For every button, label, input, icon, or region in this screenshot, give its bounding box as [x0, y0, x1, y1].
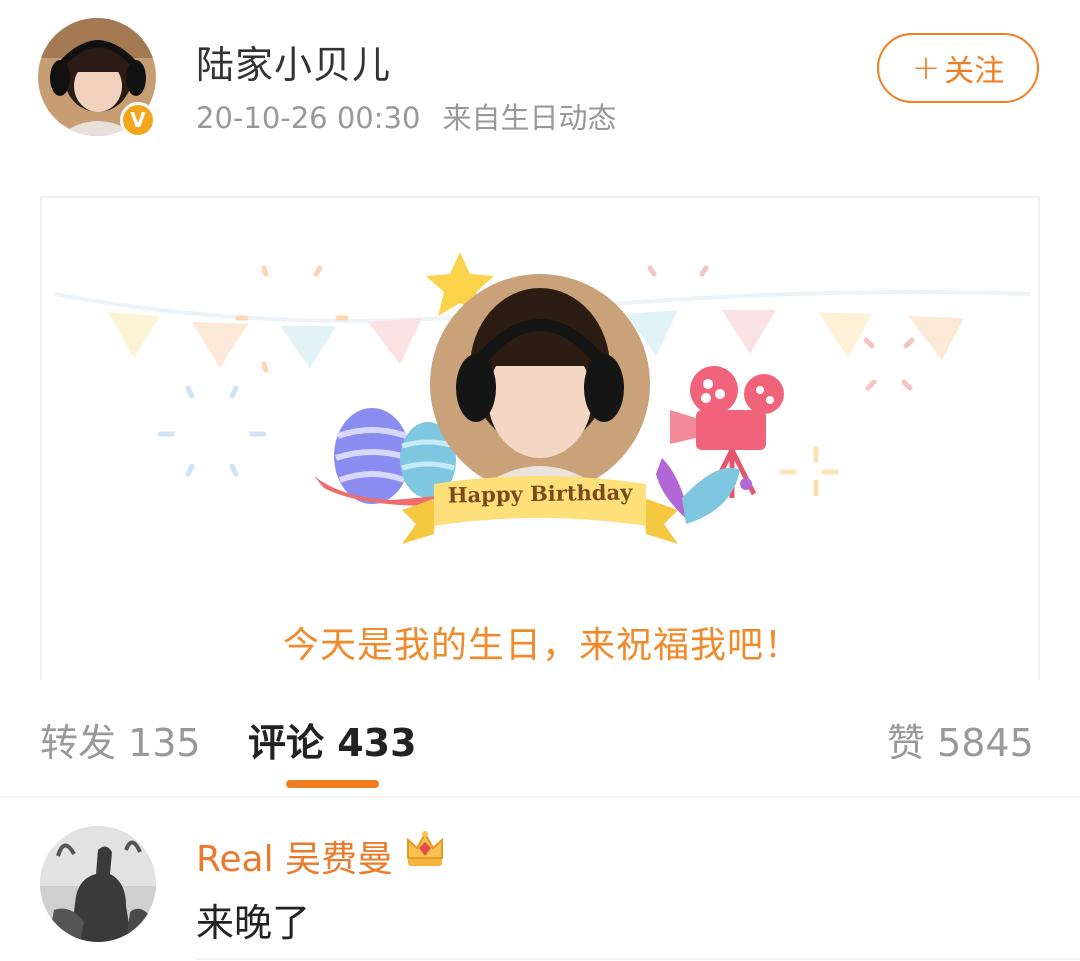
comment-divider: [196, 958, 1080, 960]
tab-like[interactable]: 赞 5845: [887, 712, 1034, 767]
card-caption: 今天是我的生日，来祝福我吧！: [282, 625, 801, 666]
plus-icon: +: [911, 48, 941, 88]
tab-repost[interactable]: 转发 135: [40, 712, 201, 767]
follow-button-label: 关注: [944, 54, 1005, 89]
follow-button[interactable]: + 关注: [877, 33, 1039, 103]
post-timestamp: 20-10-26 00:30: [196, 101, 421, 135]
username[interactable]: 陆家小贝儿: [196, 34, 391, 89]
crown-icon: [404, 828, 446, 874]
post-meta: 20-10-26 00:30 来自生日动态: [196, 95, 616, 137]
verified-badge-icon: V: [120, 102, 156, 138]
happy-birthday-banner: Happy Birthday: [447, 479, 633, 508]
comment-text: 来晚了: [196, 901, 311, 945]
commenter-avatar[interactable]: [40, 826, 156, 942]
active-tab-indicator: [286, 780, 379, 788]
birthday-card[interactable]: Happy Birthday 今天是我的生日，来祝福我吧！: [40, 196, 1040, 680]
post-source[interactable]: 来自生日动态: [442, 101, 616, 135]
divider: [0, 796, 1080, 798]
tab-comment[interactable]: 评论 433: [248, 712, 417, 767]
commenter-name[interactable]: Real 吴费曼: [196, 830, 393, 882]
birthday-illustration: [53, 252, 1031, 544]
